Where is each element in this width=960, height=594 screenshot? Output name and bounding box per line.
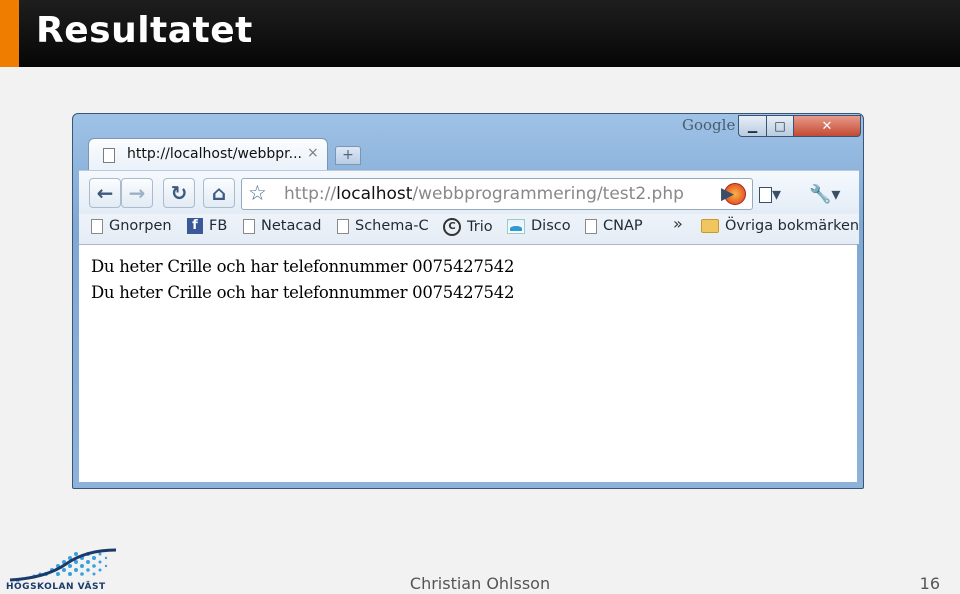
folder-icon xyxy=(701,219,719,233)
url-text[interactable]: http://localhost/webbprogrammering/test2… xyxy=(284,184,684,204)
page-icon xyxy=(337,218,349,234)
browser-toolbar: ← → ↻ ⌂ ☆ http://localhost/webbprogramme… xyxy=(79,170,859,214)
bookmark-fb[interactable]: f FB xyxy=(187,218,227,234)
bookmark-disco[interactable]: Disco xyxy=(507,218,571,234)
maximize-button[interactable]: □ xyxy=(766,115,794,137)
chevron-down-icon: ▾ xyxy=(772,184,782,205)
bookmark-label: Trio xyxy=(467,219,493,235)
bookmark-label: CNAP xyxy=(603,218,643,234)
bookmarks-bar: Gnorpen f FB Netacad Schema-C C Trio Disco… xyxy=(79,214,859,244)
bookmark-trio[interactable]: C Trio xyxy=(443,218,493,236)
facebook-icon: f xyxy=(187,218,203,234)
url-scheme: http:// xyxy=(284,184,337,204)
url-host: localhost xyxy=(336,184,413,204)
browser-tab[interactable]: http://localhost/webbpr... × xyxy=(88,138,328,170)
bookmark-label: Netacad xyxy=(261,218,322,234)
page-icon xyxy=(91,218,103,234)
page-icon xyxy=(759,187,772,203)
wrench-icon: 🔧 xyxy=(809,184,832,205)
browser-brand: Google xyxy=(682,116,736,134)
bookmark-schema-c[interactable]: Schema-C xyxy=(337,218,429,234)
bookmark-star-icon[interactable]: ☆ xyxy=(248,181,267,205)
bookmark-netacad[interactable]: Netacad xyxy=(243,218,321,234)
back-button[interactable]: ← xyxy=(89,178,121,208)
go-icon[interactable]: ▶ xyxy=(721,184,734,204)
page-content: Du heter Crille och har telefonnummer 00… xyxy=(79,244,857,482)
chevron-down-icon: ▾ xyxy=(831,184,841,205)
bookmark-label: FB xyxy=(209,218,228,234)
minimize-button[interactable]: ▁ xyxy=(738,115,767,137)
bookmark-cnap[interactable]: CNAP xyxy=(585,218,643,234)
tab-close-icon[interactable]: × xyxy=(307,145,319,161)
slide-title: Resultatet xyxy=(36,10,253,51)
page-number: 16 xyxy=(919,574,940,593)
bookmarks-overflow-chevron-icon[interactable]: » xyxy=(673,214,683,233)
content-line: Du heter Crille och har telefonnummer 00… xyxy=(91,257,515,276)
slide-title-bar: Resultatet xyxy=(0,0,960,67)
tab-title: http://localhost/webbpr... xyxy=(127,146,302,162)
close-window-button[interactable]: ✕ xyxy=(793,115,861,137)
title-accent xyxy=(0,0,19,67)
bookmark-label: Disco xyxy=(531,218,571,234)
content-line: Du heter Crille och har telefonnummer 00… xyxy=(91,283,515,302)
bookmark-label: Schema-C xyxy=(355,218,429,234)
forward-button[interactable]: → xyxy=(121,178,153,208)
footer-author: Christian Ohlsson xyxy=(409,574,551,593)
tools-menu-icon[interactable]: 🔧▾ xyxy=(809,184,840,205)
page-icon xyxy=(243,218,255,234)
page-icon xyxy=(103,148,115,163)
reload-button[interactable]: ↻ xyxy=(163,178,195,208)
bookmark-label: Gnorpen xyxy=(109,218,172,234)
browser-window: Google ▁ □ ✕ http://localhost/webbpr... … xyxy=(72,113,864,489)
page-icon xyxy=(585,218,597,234)
bookmark-gnorpen[interactable]: Gnorpen xyxy=(91,218,172,234)
page-menu-icon[interactable]: ▾ xyxy=(759,184,781,205)
url-path: /webbprogrammering/test2.php xyxy=(412,184,684,204)
trio-icon: C xyxy=(443,218,461,236)
home-button[interactable]: ⌂ xyxy=(203,178,235,208)
disco-icon xyxy=(507,218,525,234)
new-tab-button[interactable]: + xyxy=(335,146,361,165)
address-bar[interactable]: ☆ http://localhost/webbprogrammering/tes… xyxy=(241,178,753,210)
other-bookmarks-label: Övriga bokmärken xyxy=(725,218,860,234)
other-bookmarks[interactable]: Övriga bokmärken xyxy=(701,218,859,234)
